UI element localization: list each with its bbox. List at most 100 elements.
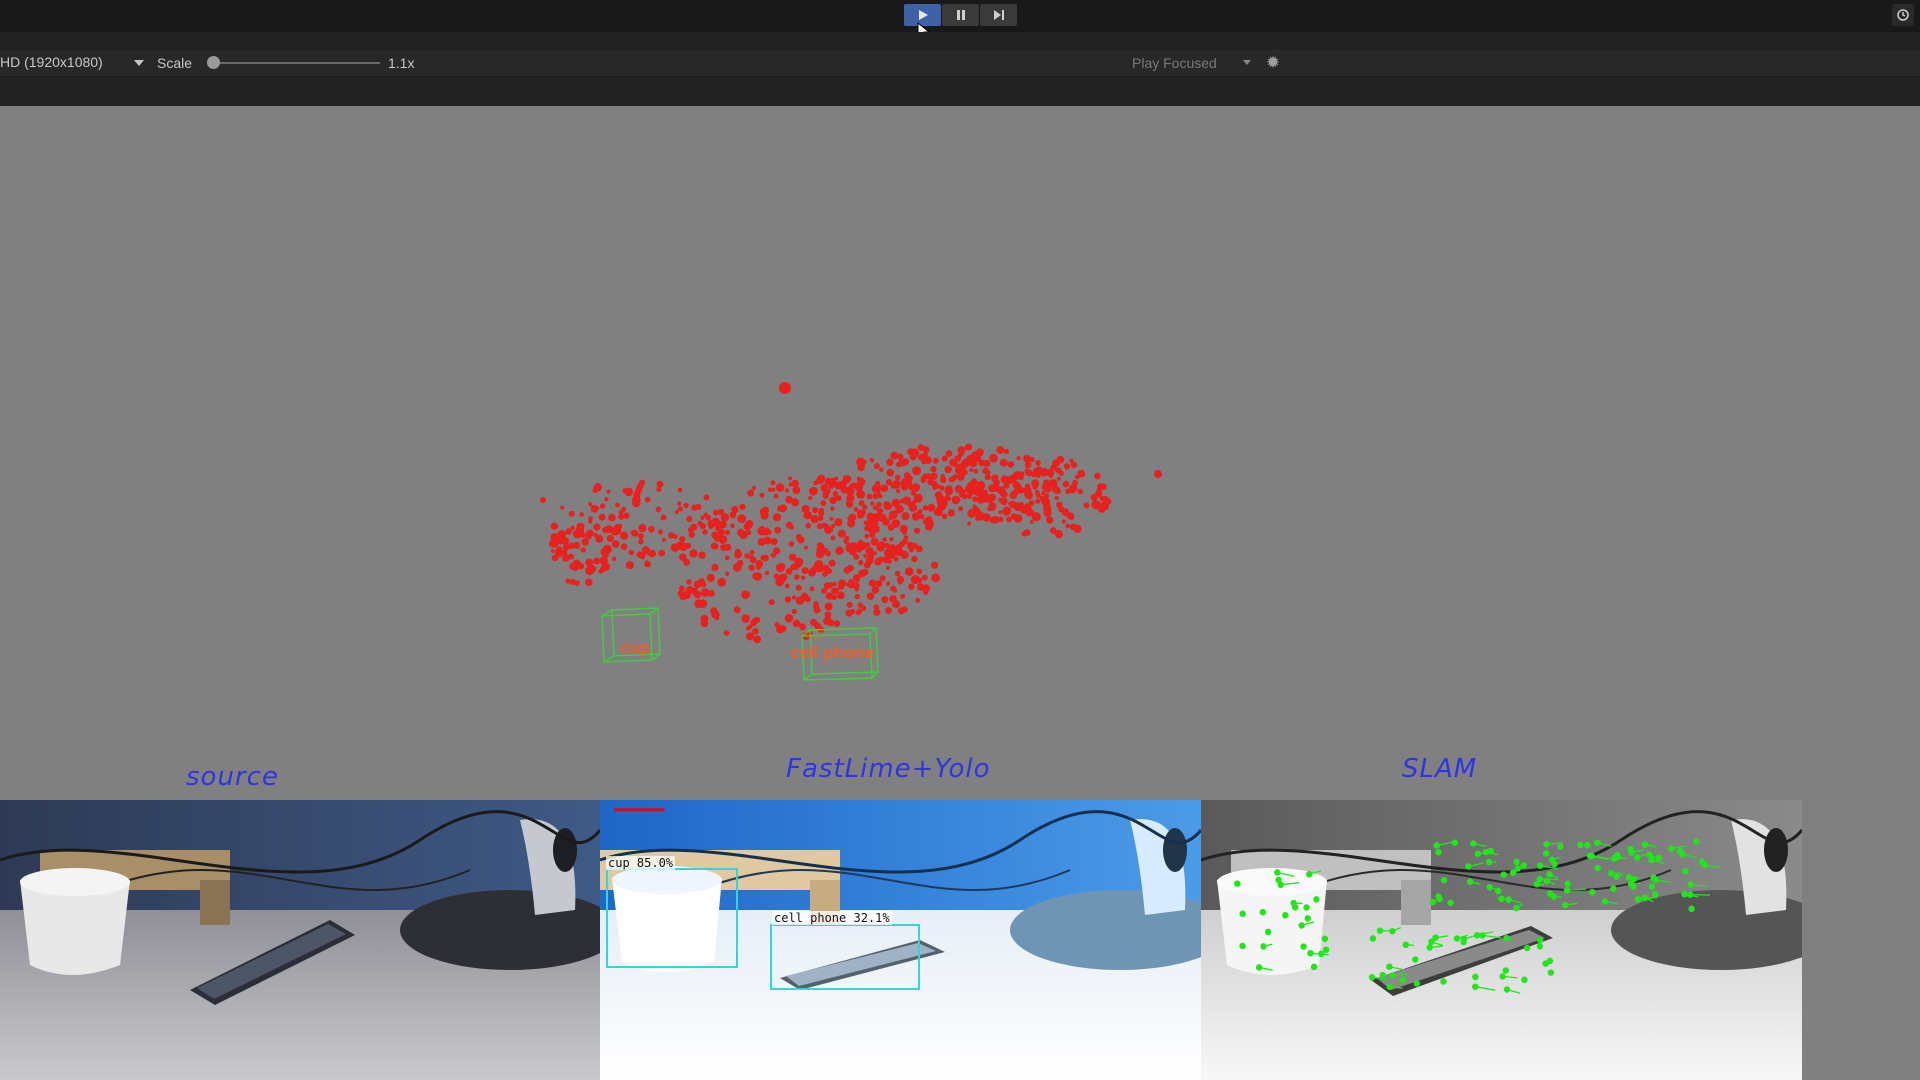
scene-label-cup: cup <box>620 638 651 657</box>
scale-label: Scale <box>157 55 193 71</box>
toolbar-shadow <box>0 77 1920 106</box>
feature-point <box>1542 960 1549 967</box>
feature-point <box>1440 978 1447 985</box>
caption-fastlime-yolo: FastLime+Yolo <box>786 754 991 784</box>
feature-point <box>1509 869 1517 876</box>
chevron-down-icon[interactable] <box>134 60 144 66</box>
feature-point <box>1322 946 1330 953</box>
play-icon <box>918 10 928 20</box>
feature-point <box>1564 880 1571 888</box>
feature-point <box>1259 908 1267 916</box>
feature-point <box>1451 839 1459 847</box>
feature-point <box>1650 874 1657 881</box>
feature-track <box>1536 883 1544 886</box>
feature-point <box>1303 904 1310 911</box>
feature-point <box>1584 841 1591 849</box>
feature-point <box>1630 883 1637 890</box>
feature-track <box>1690 893 1711 896</box>
caption-source: source <box>186 762 279 792</box>
feature-track <box>1553 895 1562 898</box>
feature-point <box>1317 950 1325 958</box>
feature-point <box>1239 910 1246 918</box>
feature-point <box>1610 885 1617 892</box>
feature-point <box>1688 905 1695 913</box>
feature-point <box>1494 887 1502 895</box>
feature-point <box>1234 880 1241 887</box>
feature-point <box>1547 969 1555 976</box>
feature-point <box>1551 860 1558 868</box>
game-view-scene[interactable]: cup cell phone <box>0 106 1920 800</box>
step-button[interactable] <box>980 4 1017 26</box>
feature-point <box>1652 891 1659 898</box>
feature-point <box>1648 883 1656 890</box>
feature-point <box>1435 893 1442 900</box>
feature-point <box>1682 868 1689 875</box>
feature-point <box>1440 876 1448 884</box>
feature-point <box>1460 938 1467 946</box>
game-view-toolbar: HD (1920x1080) Scale 1.1x Play Focused ✹ <box>0 50 1920 77</box>
feature-point <box>1613 852 1621 859</box>
resolution-dropdown[interactable]: HD (1920x1080) <box>0 54 103 70</box>
slam-photo <box>1201 800 1802 1080</box>
detection-label-cell-phone: cell phone 32.1% <box>772 911 892 925</box>
scale-value: 1.1x <box>388 55 415 71</box>
feature-point <box>1542 850 1550 857</box>
feature-point <box>1379 971 1387 979</box>
feature-point <box>1313 896 1320 903</box>
feature-point <box>1435 849 1442 856</box>
history-icon <box>1897 9 1909 21</box>
object-boxes-3d <box>601 607 879 681</box>
feature-point <box>1513 858 1520 866</box>
feature-point <box>1693 838 1700 845</box>
play-focused-dropdown[interactable]: Play Focused <box>1132 55 1217 71</box>
feature-point <box>1594 864 1601 872</box>
detection-label-cup: cup 85.0% <box>606 856 676 870</box>
source-photo <box>0 800 600 1080</box>
feature-point <box>1472 973 1479 981</box>
feature-point <box>1577 841 1584 849</box>
pause-icon <box>956 10 965 20</box>
feature-point <box>1546 871 1553 878</box>
feature-point <box>1282 912 1289 919</box>
detection-box-cup <box>606 868 738 968</box>
feature-track <box>1405 944 1414 947</box>
scene-label-cell-phone: cell phone <box>790 643 875 662</box>
scale-slider-track[interactable] <box>210 62 380 64</box>
feature-point <box>1304 915 1312 922</box>
feature-point <box>1546 890 1554 897</box>
feature-point <box>1500 871 1507 878</box>
play-controls-bar <box>0 0 1920 32</box>
feature-point <box>1536 943 1544 950</box>
pause-button[interactable] <box>942 4 979 26</box>
feature-point <box>1239 942 1246 950</box>
feature-point <box>1447 899 1454 907</box>
feature-point <box>1369 935 1377 942</box>
slam-image-panel <box>1201 800 1802 1080</box>
history-button[interactable] <box>1892 4 1914 26</box>
feature-point <box>1399 976 1407 983</box>
feature-point <box>1502 967 1510 974</box>
caption-slam: SLAM <box>1402 754 1478 784</box>
feature-point <box>1321 935 1329 943</box>
feature-point <box>1588 888 1596 896</box>
feature-point <box>1655 854 1662 862</box>
feature-point <box>1523 944 1531 952</box>
scale-slider-handle[interactable] <box>207 56 220 69</box>
detection-box-cell-phone <box>770 924 920 990</box>
feature-point <box>1412 956 1419 963</box>
feature-point <box>1557 843 1564 850</box>
source-image-panel <box>0 800 600 1080</box>
toolbar-spacer <box>0 32 1920 50</box>
detection-image-panel: ▬▬▬▬▬▬▬ cup 85.0% cell phone 32.1% <box>600 800 1201 1080</box>
feature-point <box>1264 928 1272 936</box>
feature-point <box>1413 980 1421 987</box>
feature-point <box>1498 895 1505 902</box>
feature-point <box>1429 898 1437 906</box>
bug-icon[interactable]: ✹ <box>1263 53 1283 73</box>
feature-point <box>1536 936 1544 944</box>
feature-point <box>1310 963 1318 971</box>
feature-point <box>1521 976 1528 984</box>
feature-point <box>1627 845 1634 853</box>
feature-point <box>1300 943 1307 950</box>
chevron-down-icon[interactable] <box>1243 60 1251 65</box>
